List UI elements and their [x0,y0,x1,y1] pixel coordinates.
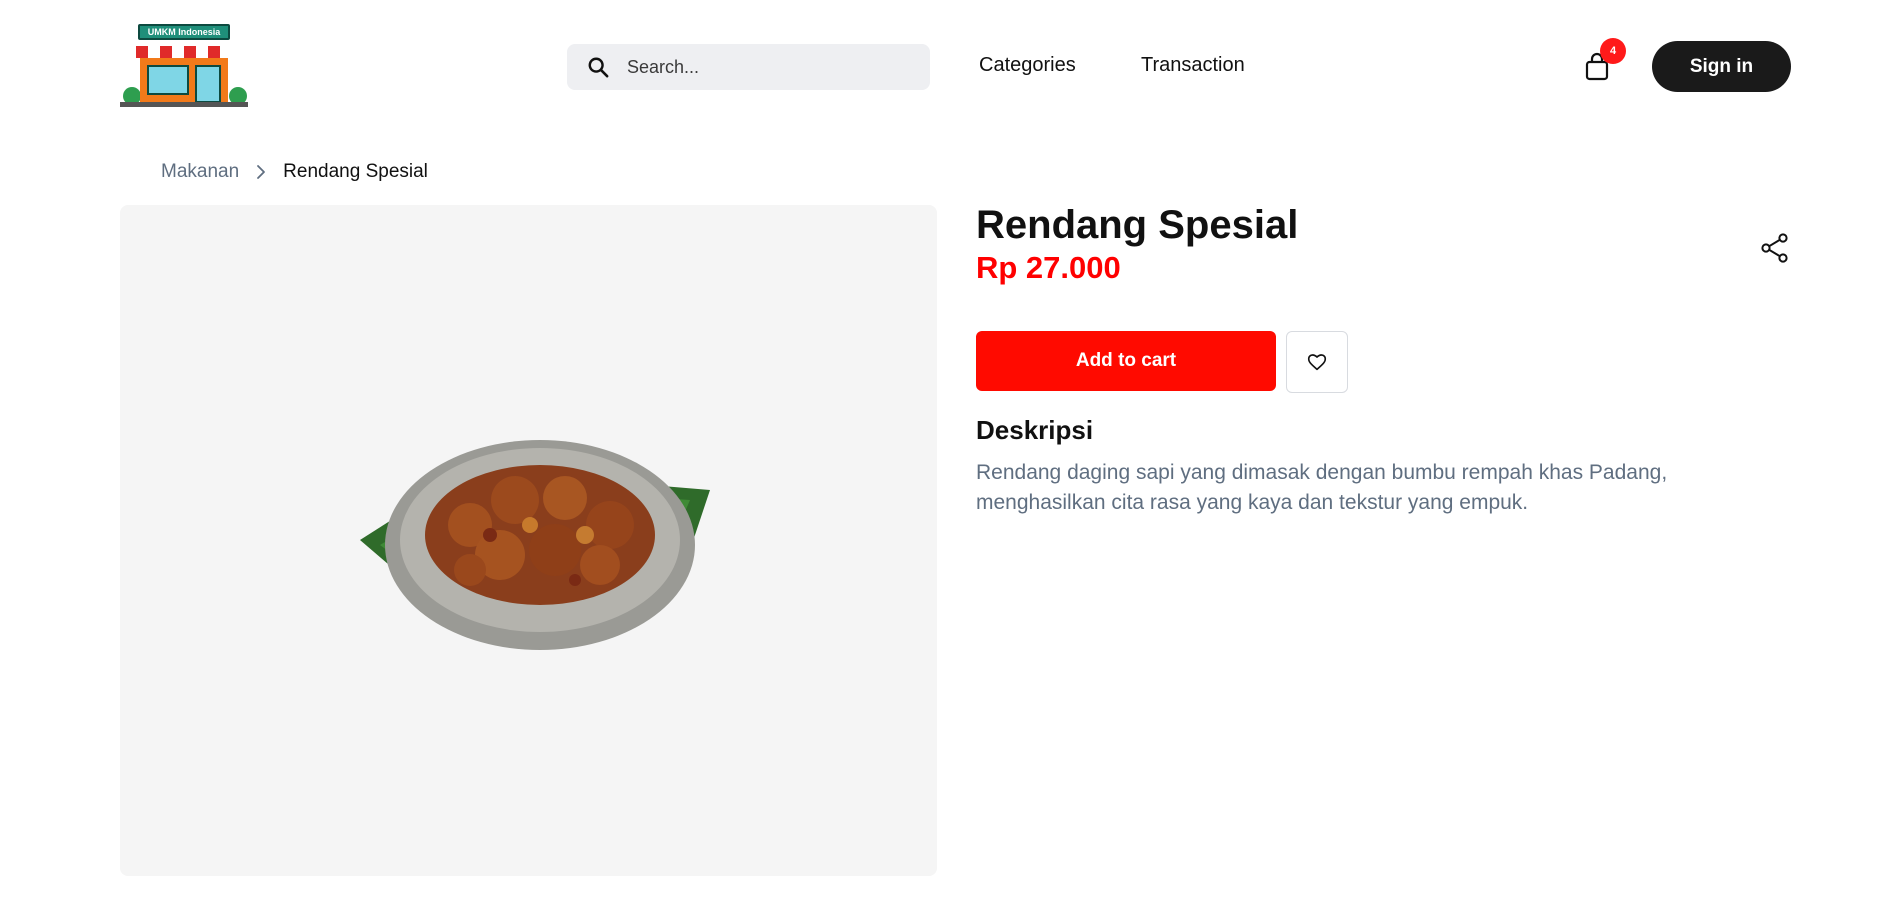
logo-text: UMKM Indonesia [138,24,230,40]
breadcrumb: Makanan Rendang Spesial [161,160,428,184]
heart-icon [1307,354,1327,371]
product-price: Rp 27.000 [976,250,1121,285]
chevron-right-icon [257,165,266,179]
store-logo[interactable]: UMKM Indonesia [120,22,248,110]
search-input[interactable] [627,44,917,90]
breadcrumb-current: Rendang Spesial [283,161,428,182]
search-icon [588,57,609,78]
nav-transaction[interactable]: Transaction [1141,54,1245,77]
site-header: UMKM Indonesia Categories Transaction 4 … [0,0,1897,120]
nav-categories[interactable]: Categories [979,54,1076,77]
wishlist-button[interactable] [1286,331,1348,393]
share-icon[interactable] [1761,233,1789,263]
product-image [360,440,710,650]
cart-count-badge: 4 [1600,38,1626,64]
product-title: Rendang Spesial [976,203,1299,247]
search-bar[interactable] [567,44,930,90]
breadcrumb-item-makanan[interactable]: Makanan [161,161,239,183]
product-image-panel [120,205,937,876]
product-description: Rendang daging sapi yang dimasak dengan … [976,461,1668,514]
sign-in-button[interactable]: Sign in [1652,41,1791,92]
add-to-cart-button[interactable]: Add to cart [976,331,1276,391]
description-heading: Deskripsi [976,415,1094,445]
